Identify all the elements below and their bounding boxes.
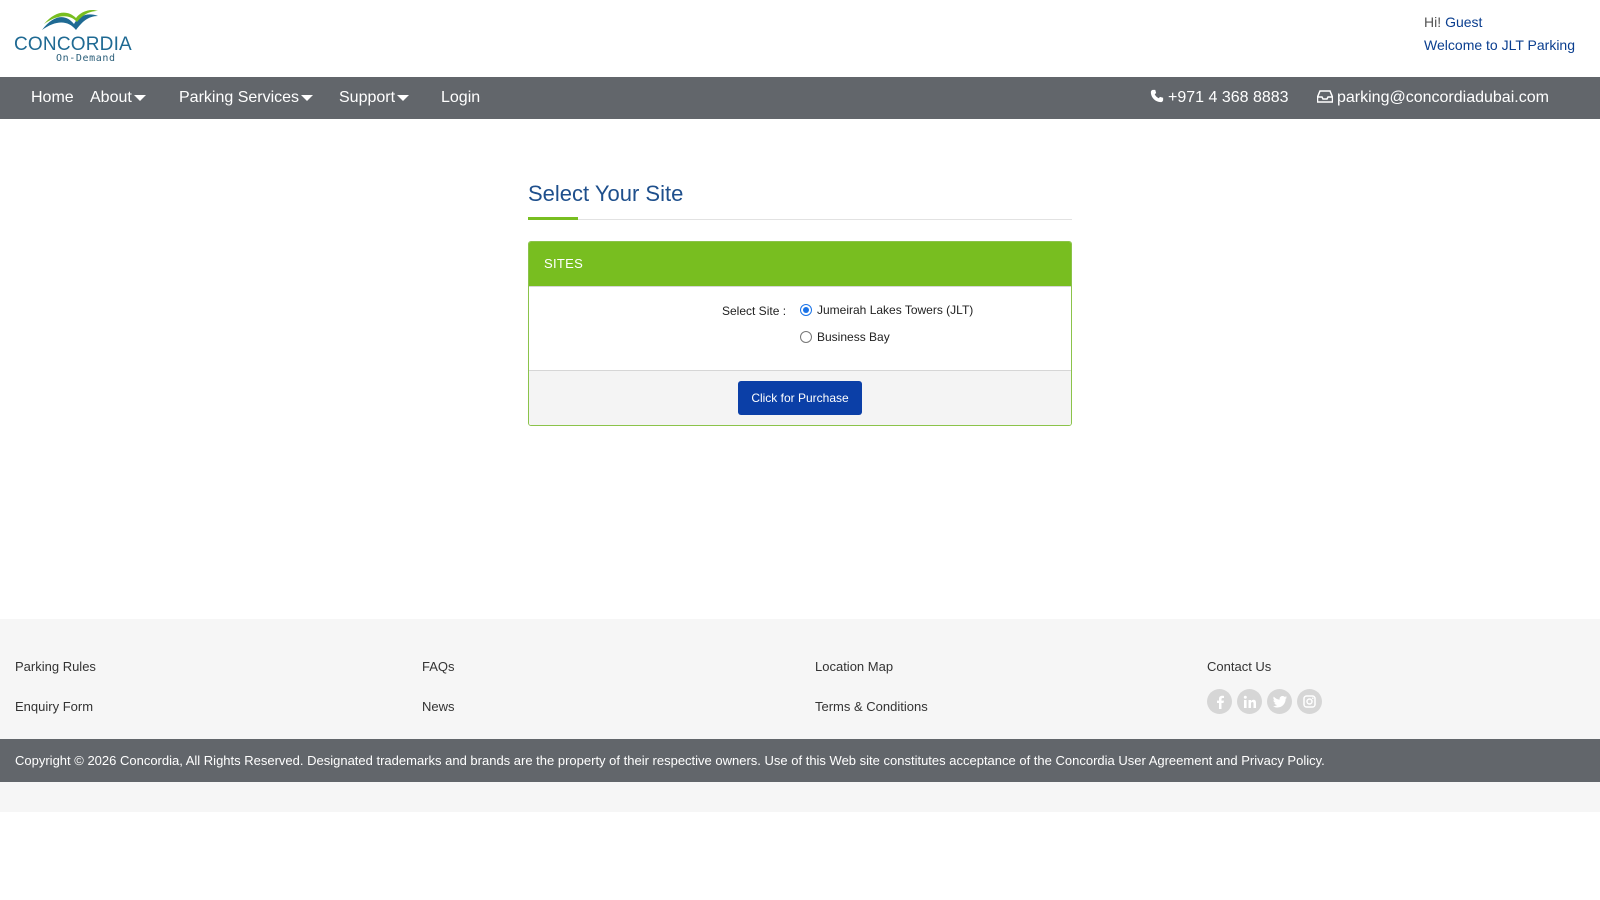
greeting-username[interactable]: Guest	[1445, 14, 1482, 30]
sites-panel-footer: Click for Purchase	[529, 371, 1071, 425]
copyright-bar: Copyright © 2026 Concordia, All Rights R…	[0, 739, 1600, 782]
logo-waves-icon	[42, 9, 98, 30]
site-option-business-bay[interactable]: Business Bay	[800, 330, 890, 344]
title-divider	[528, 219, 1072, 220]
sites-panel-heading: SITES	[529, 242, 1071, 286]
nav-support[interactable]: Support	[339, 77, 410, 119]
sites-panel: SITES Select Site : Jumeirah Lakes Tower…	[528, 241, 1072, 426]
footer-link-news[interactable]: News	[422, 699, 455, 714]
facebook-icon[interactable]	[1207, 689, 1232, 714]
nav-about[interactable]: About	[90, 77, 146, 119]
inbox-icon	[1316, 90, 1334, 103]
phone-icon	[1150, 89, 1164, 103]
instagram-icon[interactable]	[1297, 689, 1322, 714]
caret-down-icon	[133, 94, 146, 101]
footer-link-faqs[interactable]: FAQs	[422, 659, 455, 674]
caret-down-icon	[301, 94, 314, 101]
nav-support-label: Support	[339, 89, 396, 106]
radio-business-bay[interactable]	[800, 331, 812, 343]
site-option-business-bay-label: Business Bay	[817, 330, 890, 344]
concordia-logo[interactable]: CONCORDIA On-Demand	[14, 8, 134, 66]
page-title: Select Your Site	[528, 181, 684, 206]
linkedin-icon[interactable]	[1237, 689, 1262, 714]
footer-link-contact-us[interactable]: Contact Us	[1207, 659, 1271, 674]
welcome-message: Welcome to JLT Parking	[1424, 37, 1575, 53]
copyright-text: Copyright © 2026 Concordia, All Rights R…	[15, 753, 1325, 768]
radio-jlt[interactable]	[800, 304, 812, 316]
title-accent-bar	[528, 217, 578, 220]
nav-login-label: Login	[441, 89, 481, 106]
nav-login[interactable]: Login	[441, 77, 480, 119]
footer-link-terms[interactable]: Terms & Conditions	[815, 699, 928, 714]
logo-subtitle: On-Demand	[56, 53, 116, 64]
nav-home[interactable]: Home	[31, 77, 74, 119]
footer-link-parking-rules[interactable]: Parking Rules	[15, 659, 96, 674]
sites-panel-body: Select Site : Jumeirah Lakes Towers (JLT…	[529, 286, 1071, 371]
nav-parking-services-label: Parking Services	[179, 89, 300, 106]
nav-home-label: Home	[31, 89, 74, 106]
contact-email[interactable]: parking@concordiadubai.com	[1316, 77, 1549, 119]
nav-parking-services[interactable]: Parking Services	[179, 77, 314, 119]
twitter-icon[interactable]	[1267, 689, 1292, 714]
header: CONCORDIA On-Demand Hi! Guest Welcome to…	[0, 0, 1600, 77]
purchase-button[interactable]: Click for Purchase	[738, 381, 862, 415]
bottom-strip	[0, 782, 1600, 812]
site-option-jlt-label: Jumeirah Lakes Towers (JLT)	[817, 303, 974, 317]
footer	[0, 619, 1600, 739]
footer-link-enquiry-form[interactable]: Enquiry Form	[15, 699, 93, 714]
caret-down-icon	[397, 94, 410, 101]
main-nav: Home About Parking Services Support Logi…	[0, 77, 1600, 119]
footer-link-location-map[interactable]: Location Map	[815, 659, 893, 674]
nav-about-label: About	[90, 89, 132, 106]
greeting-hi: Hi!	[1424, 14, 1442, 30]
user-greeting: Hi! Guest Welcome to JLT Parking	[1424, 11, 1575, 57]
contact-phone[interactable]: +971 4 368 8883	[1150, 77, 1289, 119]
select-site-label: Select Site :	[722, 304, 787, 318]
email-address: parking@concordiadubai.com	[1337, 89, 1549, 106]
phone-number: +971 4 368 8883	[1168, 89, 1289, 106]
site-option-jlt[interactable]: Jumeirah Lakes Towers (JLT)	[800, 303, 973, 317]
